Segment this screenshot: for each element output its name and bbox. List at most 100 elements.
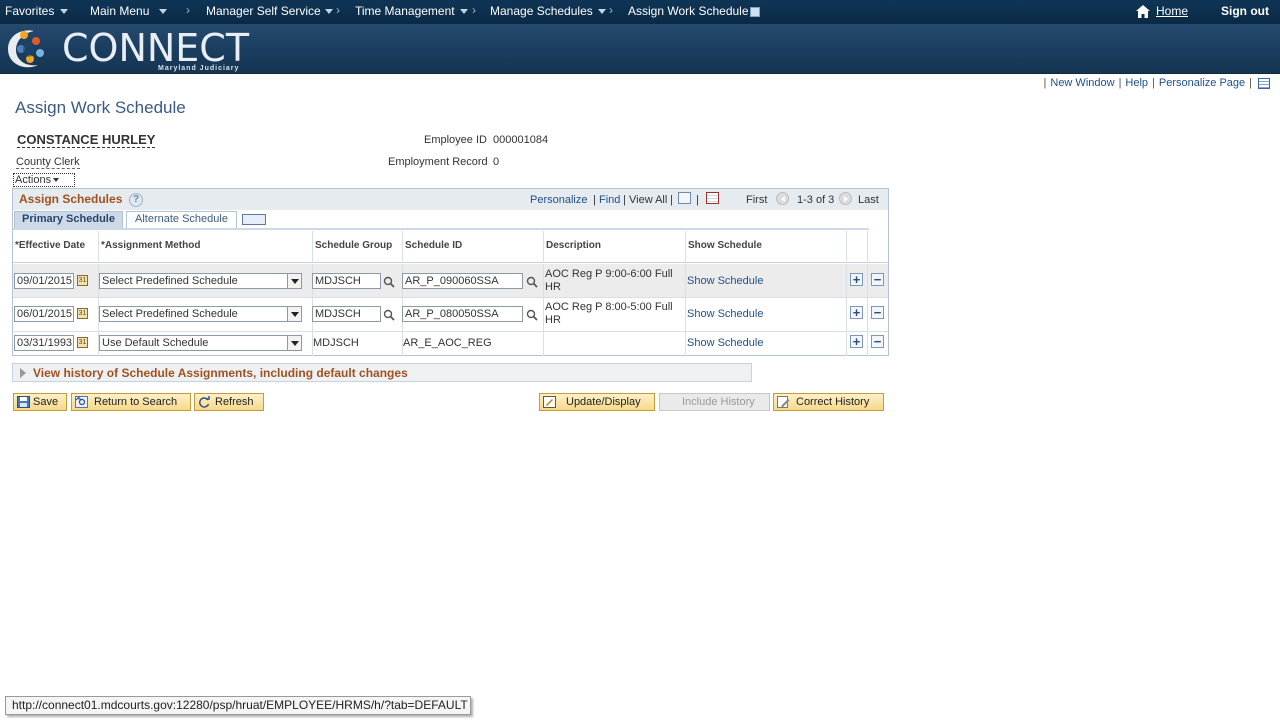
- home-icon: [1136, 5, 1150, 18]
- first-label[interactable]: First: [746, 194, 767, 206]
- correct-history-label: Correct History: [796, 396, 870, 408]
- refresh-button[interactable]: Refresh: [194, 393, 264, 411]
- page-icon: [749, 6, 760, 17]
- breadcrumb-assign-work-schedule[interactable]: Assign Work Schedule: [628, 4, 760, 18]
- column-header-effective-date[interactable]: *Effective Date: [13, 231, 98, 263]
- lookup-icon[interactable]: [526, 276, 538, 288]
- assignment-method-select[interactable]: Select Predefined Schedule: [99, 306, 302, 322]
- schedule-id-input[interactable]: AR_P_090060SSA: [402, 273, 523, 289]
- personalize-grid-link[interactable]: Personalize: [530, 194, 587, 206]
- column-header-schedule-id[interactable]: Schedule ID: [402, 231, 543, 263]
- delete-row-icon[interactable]: −: [871, 335, 884, 348]
- column-header-description[interactable]: Description: [543, 231, 685, 263]
- top-navigation-bar: Favorites Main Menu › Manager Self Servi…: [0, 0, 1280, 24]
- assign-schedules-grid: Assign Schedules ? Personalize | Find | …: [12, 188, 889, 356]
- grid-separator: |: [623, 194, 626, 206]
- dropdown-arrow-icon: [287, 274, 301, 288]
- schedule-group-input[interactable]: MDJSCH: [312, 273, 381, 289]
- expand-arrow-icon: [20, 368, 26, 378]
- table-row: 09/01/2015 31 Select Predefined Schedule…: [13, 264, 888, 298]
- pagebar-icon[interactable]: [1258, 77, 1270, 89]
- update-display-icon: [543, 396, 556, 408]
- save-icon: [17, 396, 30, 408]
- refresh-label: Refresh: [215, 396, 254, 408]
- save-button[interactable]: Save: [13, 393, 67, 411]
- effective-date-input[interactable]: 09/01/2015: [14, 273, 74, 289]
- show-schedule-link[interactable]: Show Schedule: [687, 337, 763, 349]
- home-link[interactable]: Home: [1156, 4, 1188, 18]
- help-link[interactable]: Help: [1125, 77, 1148, 89]
- effective-date-input[interactable]: 03/31/1993: [14, 335, 74, 351]
- dropdown-arrow-icon: [287, 336, 301, 350]
- breadcrumb-manage-schedules[interactable]: Manage Schedules: [490, 4, 606, 18]
- employee-name[interactable]: CONSTANCE HURLEY: [17, 132, 156, 148]
- employee-id-value: 000001084: [493, 134, 549, 146]
- assignment-method-select[interactable]: Use Default Schedule: [99, 335, 302, 351]
- schedule-history-collapsible[interactable]: View history of Schedule Assignments, in…: [12, 363, 752, 382]
- correct-history-icon: [777, 396, 790, 408]
- breadcrumb-manager-self-service[interactable]: Manager Self Service: [206, 4, 333, 18]
- lookup-icon[interactable]: [383, 276, 395, 288]
- tab-alternate-schedule[interactable]: Alternate Schedule: [126, 211, 237, 228]
- calendar-icon[interactable]: 31: [77, 337, 88, 348]
- view-all-link[interactable]: View All: [629, 194, 667, 206]
- return-to-search-button[interactable]: Return to Search: [71, 393, 191, 411]
- column-header-add: [846, 231, 867, 263]
- column-header-schedule-group[interactable]: Schedule Group: [312, 231, 402, 263]
- delete-row-icon[interactable]: −: [871, 273, 884, 286]
- update-display-button[interactable]: Update/Display: [539, 393, 655, 411]
- schedule-description: AOC Reg P 9:00-6:00 Full HR: [545, 268, 673, 293]
- chevron-down-icon: [597, 9, 606, 15]
- schedule-group-input[interactable]: MDJSCH: [312, 306, 381, 322]
- add-row-icon[interactable]: +: [850, 273, 863, 286]
- personalize-page-link[interactable]: Personalize Page: [1159, 77, 1245, 89]
- find-link[interactable]: Find: [599, 194, 620, 206]
- breadcrumb-label: Assign Work Schedule: [628, 4, 749, 18]
- schedule-id-input[interactable]: AR_P_080050SSA: [402, 306, 523, 322]
- return-to-search-label: Return to Search: [94, 396, 178, 408]
- calendar-icon[interactable]: 31: [77, 308, 88, 319]
- show-schedule-link[interactable]: Show Schedule: [687, 308, 763, 320]
- delete-row-icon[interactable]: −: [871, 306, 884, 319]
- add-row-icon[interactable]: +: [850, 335, 863, 348]
- employment-record-value: 0: [493, 156, 500, 168]
- breadcrumb-time-management[interactable]: Time Management: [355, 4, 468, 18]
- table-row: 06/01/2015 31 Select Predefined Schedule…: [13, 298, 888, 332]
- show-schedule-link[interactable]: Show Schedule: [687, 275, 763, 287]
- logo-subtitle: Maryland Judiciary: [158, 65, 240, 72]
- show-all-columns-icon[interactable]: [242, 214, 266, 225]
- main-menu[interactable]: Main Menu: [90, 4, 168, 18]
- favorites-label: Favorites: [5, 4, 55, 18]
- calendar-icon[interactable]: 31: [77, 275, 88, 286]
- effective-date-input[interactable]: 06/01/2015: [14, 306, 74, 322]
- sign-out-link[interactable]: Sign out: [1221, 4, 1269, 18]
- help-icon[interactable]: ?: [129, 193, 143, 207]
- favorites-menu[interactable]: Favorites: [5, 4, 69, 18]
- schedule-history-label: View history of Schedule Assignments, in…: [33, 366, 408, 380]
- correct-history-button[interactable]: Correct History: [773, 393, 884, 411]
- lookup-icon[interactable]: [526, 309, 538, 321]
- new-window-icon[interactable]: [678, 192, 691, 204]
- previous-row-icon[interactable]: [776, 192, 789, 205]
- add-row-icon[interactable]: +: [850, 306, 863, 319]
- chevron-down-icon: [53, 178, 60, 183]
- lookup-icon[interactable]: [383, 309, 395, 321]
- last-label[interactable]: Last: [858, 194, 879, 206]
- row-range: 1-3 of 3: [797, 194, 835, 206]
- download-spreadsheet-icon[interactable]: [706, 192, 719, 204]
- actions-menu[interactable]: Actions: [13, 173, 75, 187]
- next-row-icon[interactable]: [839, 192, 852, 205]
- include-history-button[interactable]: Include History: [659, 393, 770, 411]
- column-header-assignment-method[interactable]: *Assignment Method: [98, 231, 312, 263]
- actions-label: Actions: [15, 174, 52, 186]
- breadcrumb-separator-icon: ›: [472, 3, 476, 17]
- tab-primary-schedule[interactable]: Primary Schedule: [14, 211, 123, 228]
- browser-status-bar: http://connect01.mdcourts.gov:12280/psp/…: [5, 696, 471, 715]
- assignment-method-value: Select Predefined Schedule: [102, 308, 238, 320]
- column-header-show-schedule[interactable]: Show Schedule: [685, 231, 846, 263]
- assignment-method-select[interactable]: Select Predefined Schedule: [99, 273, 302, 289]
- employee-job-title[interactable]: County Clerk: [16, 156, 80, 169]
- breadcrumb-label: Manager Self Service: [206, 4, 321, 18]
- column-headers: *Effective Date *Assignment Method Sched…: [13, 231, 888, 263]
- new-window-link[interactable]: New Window: [1050, 77, 1114, 89]
